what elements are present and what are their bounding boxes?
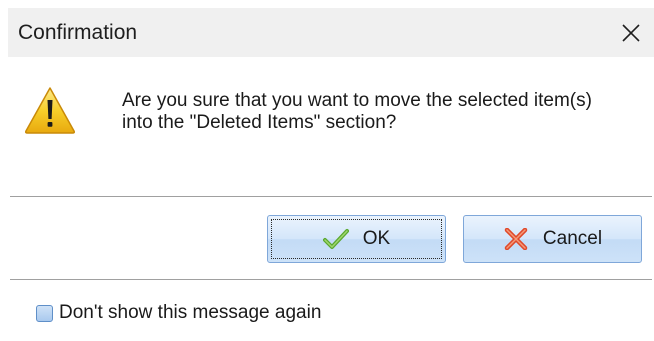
checkmark-icon — [322, 229, 349, 249]
confirmation-dialog: Confirmation Are you sure that you want … — [8, 8, 654, 341]
ok-button[interactable]: OK — [267, 215, 446, 263]
cancel-button[interactable]: Cancel — [463, 215, 642, 263]
dialog-title: Confirmation — [18, 21, 138, 44]
warning-icon — [24, 87, 76, 134]
cross-icon — [504, 228, 528, 250]
focus-ring — [271, 219, 442, 259]
confirmation-message: Are you sure that you want to move the s… — [122, 90, 592, 133]
ok-button-label: OK — [362, 228, 391, 249]
divider — [10, 196, 652, 197]
dont-show-again-option[interactable]: Don't show this message again — [36, 302, 321, 324]
dialog-body: Are you sure that you want to move the s… — [8, 57, 654, 341]
cancel-button-label: Cancel — [542, 228, 603, 249]
divider — [10, 279, 652, 280]
close-icon — [622, 23, 640, 42]
close-button[interactable] — [608, 8, 654, 57]
dont-show-again-checkbox[interactable] — [36, 304, 53, 322]
dont-show-again-label: Don't show this message again — [59, 302, 322, 323]
titlebar: Confirmation — [8, 8, 654, 57]
